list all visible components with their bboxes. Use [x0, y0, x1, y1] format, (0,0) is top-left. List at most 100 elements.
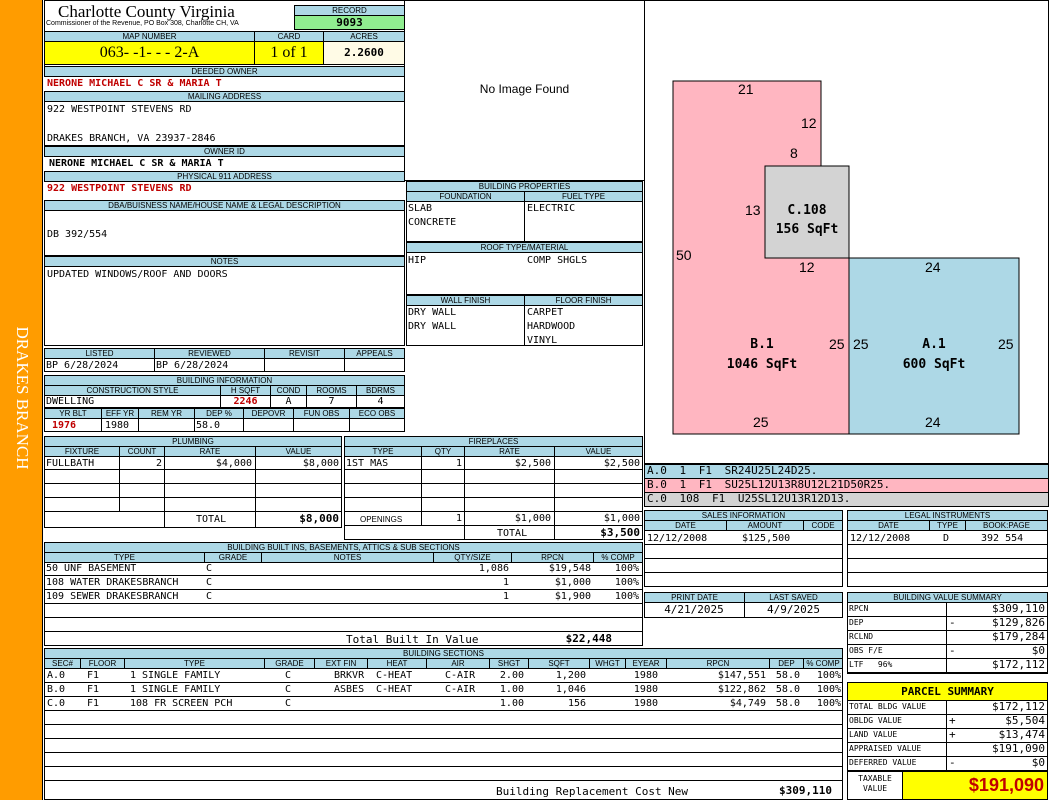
section-cell: 100%	[816, 684, 841, 695]
plumbing-rate: $4,000	[215, 458, 252, 469]
summary-label: RCLND	[849, 632, 874, 641]
bdrms-value: 4	[377, 396, 384, 407]
section-cell: 1,046	[555, 684, 586, 695]
builtin-cell: 1,086	[478, 563, 509, 574]
plumbing-fixture: FULLBATH	[46, 458, 95, 469]
section-cell: F1	[87, 684, 100, 695]
dim-24-top: 24	[925, 259, 941, 275]
section-cell: C-HEAT	[376, 684, 413, 695]
effyr-value: 1980	[105, 420, 130, 431]
sale-date: 12/12/2008	[647, 533, 708, 544]
roof-material: COMP SHGLS	[527, 255, 588, 266]
foundation-2: CONCRETE	[408, 217, 457, 228]
builtin-cell: 108 WATER DRAKESBRANCH	[46, 577, 179, 588]
dim-12-top: 12	[801, 115, 817, 131]
section-cell: BRKVR	[334, 670, 365, 681]
listed-date: BP 6/28/2024	[46, 360, 119, 371]
taxable-value: $191,090	[902, 771, 1048, 800]
floor-1: CARPET	[527, 307, 564, 318]
plumbing-total-label: TOTAL	[196, 514, 227, 525]
builtin-cell: 109 SEWER DRAKESBRANCH	[46, 591, 179, 602]
last-saved: 4/9/2025	[767, 603, 820, 616]
section-cell: 1 SINGLE FAMILY	[130, 670, 221, 681]
legal-book: 392 554	[981, 533, 1024, 544]
summary-value: $179,284	[992, 630, 1045, 643]
summary-label: APPRAISED VALUE	[849, 744, 922, 753]
cond-value: A	[285, 396, 292, 407]
summary-value: $172,112	[992, 658, 1045, 671]
summary-sign: -	[949, 756, 956, 769]
dim-12-mid: 12	[799, 259, 815, 275]
map-number: 063- -1- - - 2-A	[44, 41, 255, 65]
vector-b-text: B.0 1 F1 SU25L12U13R8U12L21D50R25.	[647, 478, 891, 491]
deeded-owner-label: DEEDED OWNER	[44, 66, 405, 77]
builtins-total-label: Total Built In Value	[346, 633, 479, 646]
record-number: 9093	[294, 15, 405, 30]
section-cell: $147,551	[717, 670, 766, 681]
vector-a-text: A.0 1 F1 SR24U25L24D25.	[647, 464, 818, 477]
section-cell: C-AIR	[445, 684, 476, 695]
section-cell: 156	[567, 698, 586, 709]
builtin-cell: 100%	[614, 563, 639, 574]
sale-amount: $125,500	[742, 533, 791, 544]
card-number: 1 of 1	[254, 41, 324, 65]
summary-value: $309,110	[992, 602, 1045, 615]
fuel-1: ELECTRIC	[527, 203, 576, 214]
county-title: Charlotte County Virginia	[58, 2, 235, 21]
style-value: DWELLING	[46, 396, 95, 407]
section-cell: A.0	[47, 670, 66, 681]
section-cell: C	[285, 684, 292, 695]
foundation-1: SLAB	[408, 203, 433, 214]
dim-50: 50	[676, 247, 692, 263]
roof-box	[406, 252, 643, 295]
summary-label: TOTAL BLDG VALUE	[849, 702, 927, 711]
builtin-cell: $19,548	[548, 563, 591, 574]
taxable-label: TAXABLE VALUE	[858, 774, 892, 793]
builtin-cell: 1	[502, 591, 509, 602]
dim-25-bottom: 25	[753, 414, 769, 430]
summary-label: OBS F/E	[849, 646, 883, 655]
dim-25-a: 25	[853, 336, 869, 352]
physical-address: 922 WESTPOINT STEVENS RD	[47, 183, 192, 194]
dim-25-right: 25	[998, 336, 1014, 352]
builtin-cell: 1	[502, 577, 509, 588]
section-b-sqft: 1046 SqFt	[726, 357, 798, 372]
dim-21: 21	[738, 81, 754, 97]
section-cell: 1980	[633, 670, 658, 681]
summary-label: OBLDG VALUE	[849, 716, 902, 725]
owner-id: NERONE MICHAEL C SR & MARIA T	[49, 158, 224, 169]
openings-qty: 1	[455, 513, 462, 524]
section-cell: 1.00	[499, 684, 524, 695]
summary-sign: -	[949, 616, 956, 629]
roof-type: HIP	[408, 255, 427, 266]
builtin-cell: $1,900	[554, 591, 591, 602]
section-cell: $4,749	[729, 698, 766, 709]
owner-id-label: OWNER ID	[44, 146, 405, 157]
hsqft-value: 2246	[233, 396, 258, 407]
builtin-cell: 100%	[614, 577, 639, 588]
legal-type: D	[943, 533, 950, 544]
section-cell: 58.0	[775, 670, 800, 681]
plumbing-total: $8,000	[299, 512, 339, 525]
section-cell: 1,200	[555, 670, 586, 681]
summary-label: DEP	[849, 618, 864, 627]
section-cell: C	[285, 670, 292, 681]
rooms-value: 7	[328, 396, 335, 407]
district-label: DRAKES BRANCH	[13, 326, 32, 470]
builtin-cell: 100%	[614, 591, 639, 602]
summary-value: $191,090	[992, 742, 1045, 755]
section-c-label: C.108	[787, 203, 827, 218]
wall-1: DRY WALL	[408, 307, 457, 318]
section-cell: C-HEAT	[376, 670, 413, 681]
section-a-label: A.1	[922, 337, 946, 352]
builtins-total: $22,448	[565, 632, 612, 645]
yrblt-value: 1976	[52, 420, 77, 431]
dim-24-bottom: 24	[925, 414, 941, 430]
section-a-sqft: 600 SqFt	[902, 357, 966, 372]
section-cell: 58.0	[775, 698, 800, 709]
section-b-label: B.1	[750, 337, 774, 352]
dep-value: 58.0	[196, 420, 221, 431]
replacement-cost-label: Building Replacement Cost New	[496, 785, 689, 798]
fireplace-total: $3,500	[600, 526, 640, 539]
section-cell: C	[285, 698, 292, 709]
